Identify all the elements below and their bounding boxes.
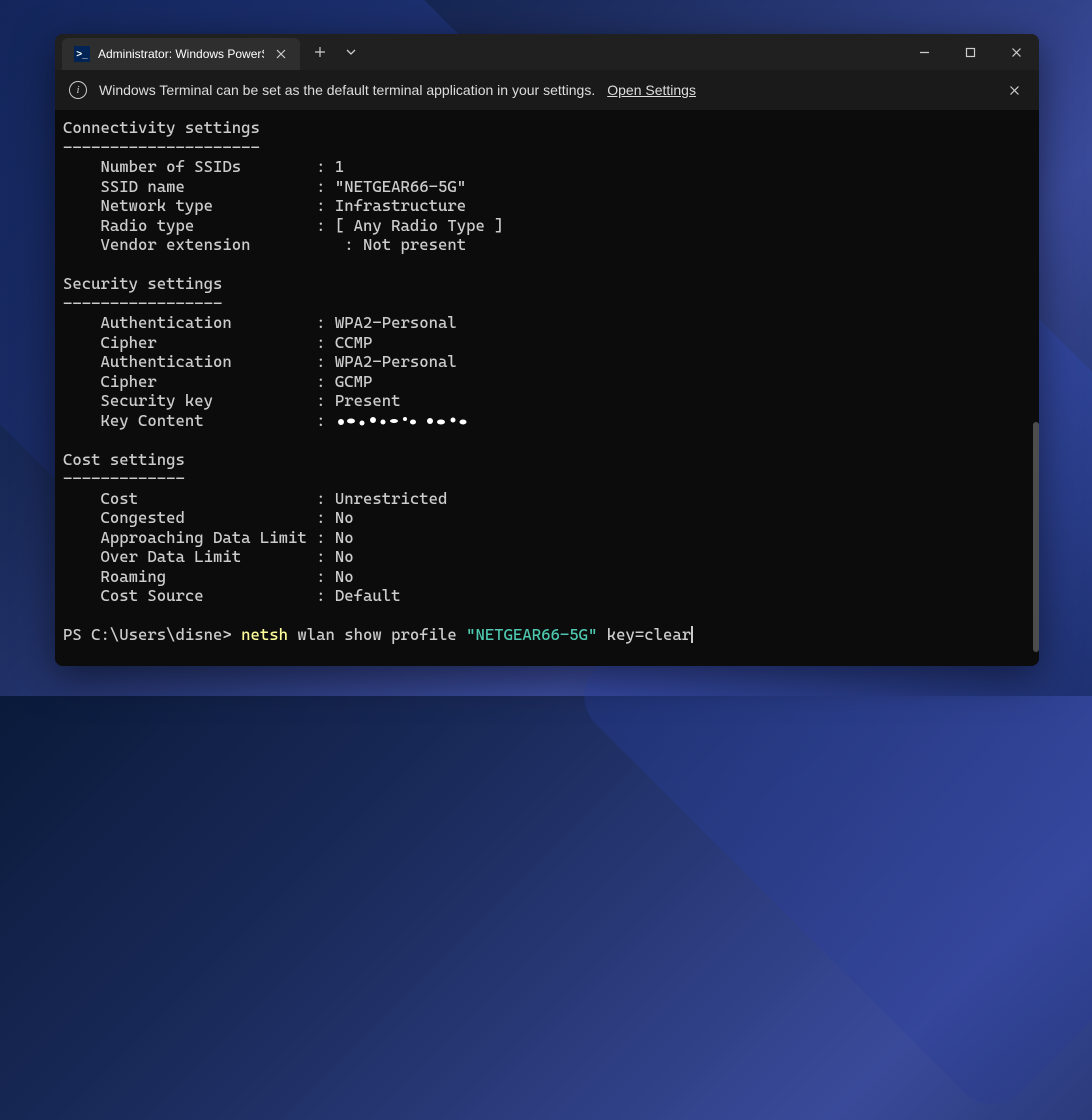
titlebar[interactable]: >_ Administrator: Windows PowerS (55, 34, 1039, 70)
terminal-output[interactable]: Connectivity settings-------------------… (55, 110, 1039, 666)
notification-close-button[interactable] (1003, 79, 1025, 101)
maximize-button[interactable] (947, 34, 993, 70)
tab-powershell[interactable]: >_ Administrator: Windows PowerS (62, 38, 300, 70)
open-settings-link[interactable]: Open Settings (607, 82, 696, 98)
output-line: Vendor extension : Not present (63, 235, 1039, 255)
terminal-window: >_ Administrator: Windows PowerS i Win (55, 34, 1039, 666)
output-line: Network type : Infrastructure (63, 196, 1039, 216)
close-window-button[interactable] (993, 34, 1039, 70)
output-line: Cipher : CCMP (63, 333, 1039, 353)
prompt-prefix: PS C:\Users\disne> (63, 625, 241, 644)
output-line: Cost Source : Default (63, 586, 1039, 606)
tab-dropdown-button[interactable] (336, 36, 366, 68)
blank-line (63, 430, 1039, 450)
output-line: Cost : Unrestricted (63, 489, 1039, 509)
prompt-line[interactable]: PS C:\Users\disne> netsh wlan show profi… (63, 625, 1039, 645)
tab-close-button[interactable] (272, 45, 290, 63)
command-args: key=clear (597, 625, 691, 644)
section-title: Security settings (63, 274, 1039, 294)
tab-title: Administrator: Windows PowerS (98, 47, 264, 61)
section-divider: ----------------- (63, 294, 1039, 314)
powershell-icon: >_ (74, 46, 90, 62)
window-controls (901, 34, 1039, 70)
output-line: Roaming : No (63, 567, 1039, 587)
scrollbar[interactable] (1029, 110, 1039, 666)
output-line: Cipher : GCMP (63, 372, 1039, 392)
section-divider: --------------------- (63, 138, 1039, 158)
new-tab-button[interactable] (304, 36, 336, 68)
blank-line (63, 255, 1039, 275)
output-line: Number of SSIDs : 1 (63, 157, 1039, 177)
cursor (691, 626, 693, 643)
output-line: Authentication : WPA2-Personal (63, 352, 1039, 372)
info-icon: i (69, 81, 87, 99)
output-line: Over Data Limit : No (63, 547, 1039, 567)
blank-line (63, 606, 1039, 626)
output-line: Key Content : (63, 411, 1039, 431)
output-line: Congested : No (63, 508, 1039, 528)
redacted-key-content (335, 413, 485, 427)
output-line: Authentication : WPA2-Personal (63, 313, 1039, 333)
output-line: SSID name : "NETGEAR66-5G" (63, 177, 1039, 197)
section-title: Connectivity settings (63, 118, 1039, 138)
section-divider: ------------- (63, 469, 1039, 489)
minimize-button[interactable] (901, 34, 947, 70)
notification-bar: i Windows Terminal can be set as the def… (55, 70, 1039, 110)
notification-text: Windows Terminal can be set as the defau… (99, 82, 595, 98)
output-line: Security key : Present (63, 391, 1039, 411)
command-args: wlan show profile (288, 625, 466, 644)
command-string: "NETGEAR66-5G" (466, 625, 597, 644)
output-line: Radio type : [ Any Radio Type ] (63, 216, 1039, 236)
output-line: Approaching Data Limit : No (63, 528, 1039, 548)
scrollbar-thumb[interactable] (1033, 422, 1039, 652)
section-title: Cost settings (63, 450, 1039, 470)
command: netsh (241, 625, 288, 644)
